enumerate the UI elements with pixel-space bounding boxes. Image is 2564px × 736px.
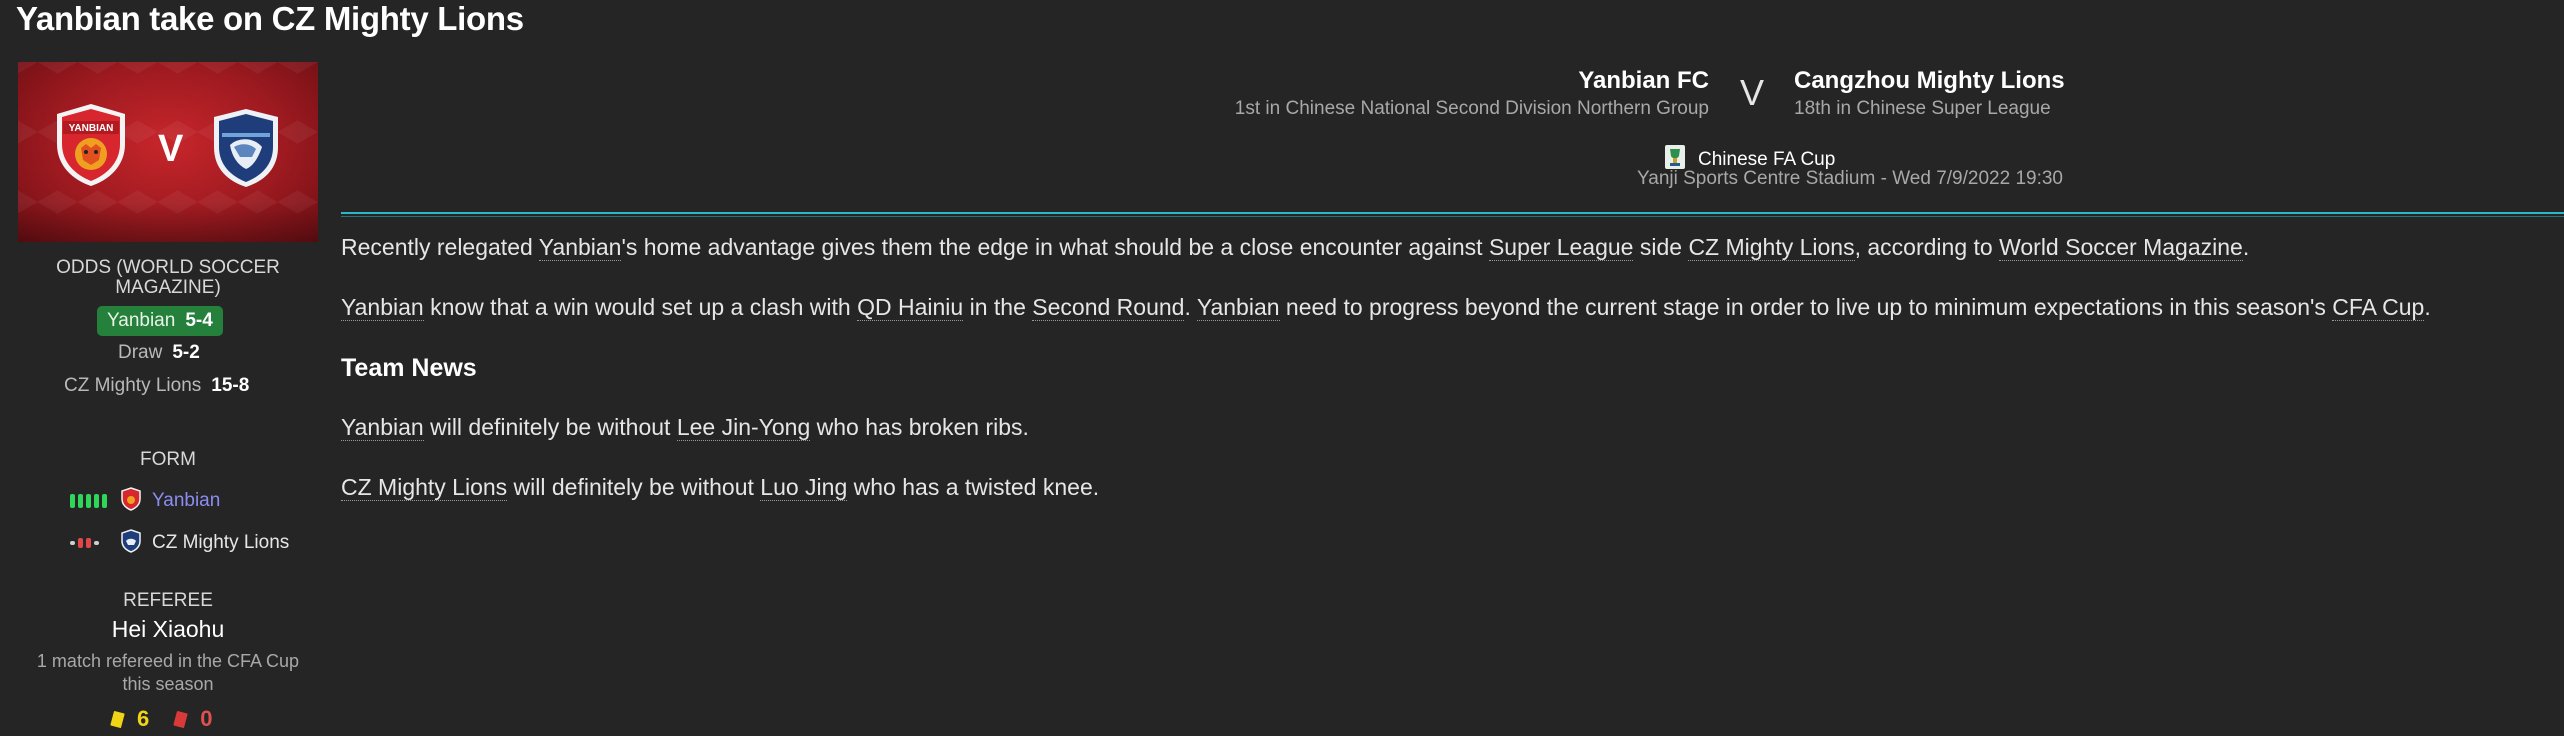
- odds-draw-label: Draw: [118, 342, 163, 363]
- text: will definitely be without: [423, 414, 677, 440]
- svg-text:YANBIAN: YANBIAN: [69, 123, 114, 134]
- form-pip-w: [102, 494, 107, 508]
- odds-heading: ODDS (WORLD SOCCER MAGAZINE): [56, 257, 280, 298]
- yellow-card-count: 6: [137, 706, 150, 731]
- home-team-name[interactable]: Yanbian FC: [1235, 66, 1709, 96]
- cangzhou-crest-icon[interactable]: [208, 107, 284, 194]
- away-team-position: 18th in Chinese Super League: [1794, 98, 2051, 119]
- link-super-league[interactable]: Super League: [1488, 234, 1634, 261]
- article-paragraph-3: Yanbian will definitely be without Lee J…: [341, 414, 1029, 441]
- text: Recently relegated: [341, 234, 539, 260]
- venue-datetime: Yanji Sports Centre Stadium - Wed 7/9/20…: [1637, 168, 2063, 189]
- text: side: [1633, 234, 1689, 260]
- odds-home[interactable]: Yanbian 5-4: [97, 306, 223, 336]
- form-pip-w: [70, 494, 75, 508]
- link-world-soccer-magazine[interactable]: World Soccer Magazine: [1999, 234, 2243, 261]
- odds-away-value: 15-8: [211, 375, 250, 396]
- referee-heading: REFEREE: [123, 590, 213, 611]
- link-second-round[interactable]: Second Round: [1032, 294, 1185, 321]
- form-pip-l: [86, 538, 91, 548]
- odds-home-value: 5-4: [185, 310, 213, 331]
- link-cfa-cup[interactable]: CFA Cup: [2332, 294, 2425, 321]
- match-banner: YANBIAN V: [18, 62, 318, 242]
- form-pip-w: [86, 494, 91, 508]
- away-team-block[interactable]: Cangzhou Mighty Lions 18th in Chinese Su…: [1794, 66, 2065, 122]
- article-paragraph-4: CZ Mighty Lions will definitely be witho…: [341, 474, 1099, 501]
- text: who has broken ribs.: [810, 414, 1029, 440]
- form-row-home[interactable]: Yanbian: [68, 486, 220, 516]
- text: .: [1184, 294, 1197, 320]
- fixture-vs: V: [1740, 72, 1765, 113]
- text: who has a twisted knee.: [847, 474, 1100, 500]
- text: , according to: [1854, 234, 2000, 260]
- link-cz-mighty-lions[interactable]: CZ Mighty Lions: [341, 474, 508, 501]
- text: .: [2424, 294, 2431, 320]
- link-yanbian[interactable]: Yanbian: [341, 294, 424, 321]
- header-divider: [341, 212, 2564, 214]
- form-home-club[interactable]: Yanbian: [152, 490, 220, 512]
- odds-away-label: CZ Mighty Lions: [64, 375, 202, 396]
- page-title: Yanbian take on CZ Mighty Lions: [16, 0, 524, 37]
- form-pips-home: [70, 494, 107, 508]
- odds-draw-value: 5-2: [172, 342, 200, 363]
- text: know that a win would set up a clash wit…: [423, 294, 858, 320]
- article-paragraph-1: Recently relegated Yanbian's home advant…: [341, 234, 2249, 261]
- red-card-count: 0: [200, 706, 213, 731]
- yellow-card-icon: [110, 710, 125, 728]
- form-pip-w: [78, 494, 83, 508]
- link-yanbian[interactable]: Yanbian: [341, 414, 424, 441]
- away-team-name[interactable]: Cangzhou Mighty Lions: [1794, 66, 2065, 96]
- team-news-heading: Team News: [341, 354, 477, 382]
- referee-note: 1 match refereed in the CFA Cup this sea…: [36, 651, 300, 694]
- article-paragraph-2: Yanbian know that a win would set up a c…: [341, 294, 2431, 321]
- yanbian-crest-icon[interactable]: YANBIAN: [53, 102, 129, 193]
- banner-vs: V: [158, 128, 184, 170]
- text: .: [2242, 234, 2250, 260]
- text: need to progress beyond the current stag…: [1279, 294, 2333, 320]
- link-yanbian[interactable]: Yanbian: [1196, 294, 1280, 321]
- link-cz-mighty-lions[interactable]: CZ Mighty Lions: [1688, 234, 1855, 261]
- text: in the: [963, 294, 1033, 320]
- form-pip-d: [94, 541, 99, 545]
- form-pips-away: [70, 538, 99, 548]
- link-yanbian[interactable]: Yanbian: [538, 234, 622, 261]
- link-qd-hainiu[interactable]: QD Hainiu: [857, 294, 964, 321]
- odds-draw: Draw 5-2: [118, 341, 200, 365]
- form-pip-l: [78, 538, 83, 548]
- red-card-icon: [173, 710, 189, 728]
- home-team-position: 1st in Chinese National Second Division …: [1234, 98, 1709, 119]
- text: 's home advantage gives them the edge in…: [621, 234, 1489, 260]
- link-luo-jing[interactable]: Luo Jing: [760, 474, 848, 501]
- link-lee-jin-yong[interactable]: Lee Jin-Yong: [676, 414, 811, 441]
- odds-away: CZ Mighty Lions 15-8: [64, 374, 249, 398]
- odds-home-label: Yanbian: [107, 310, 176, 331]
- home-team-block[interactable]: Yanbian FC 1st in Chinese National Secon…: [1235, 66, 1709, 122]
- form-pip-w: [94, 494, 99, 508]
- cangzhou-mini-crest-icon: [120, 528, 142, 558]
- referee-name[interactable]: Hei Xiaohu: [18, 616, 318, 643]
- text: will definitely be without: [507, 474, 761, 500]
- yanbian-mini-crest-icon: [120, 486, 142, 516]
- form-pip-d: [70, 541, 75, 545]
- referee-cards: 6 0: [110, 706, 213, 732]
- form-away-club[interactable]: CZ Mighty Lions: [152, 532, 289, 554]
- header-divider-shadow: [341, 216, 2564, 217]
- form-row-away[interactable]: CZ Mighty Lions: [68, 528, 289, 558]
- form-heading: FORM: [140, 449, 196, 470]
